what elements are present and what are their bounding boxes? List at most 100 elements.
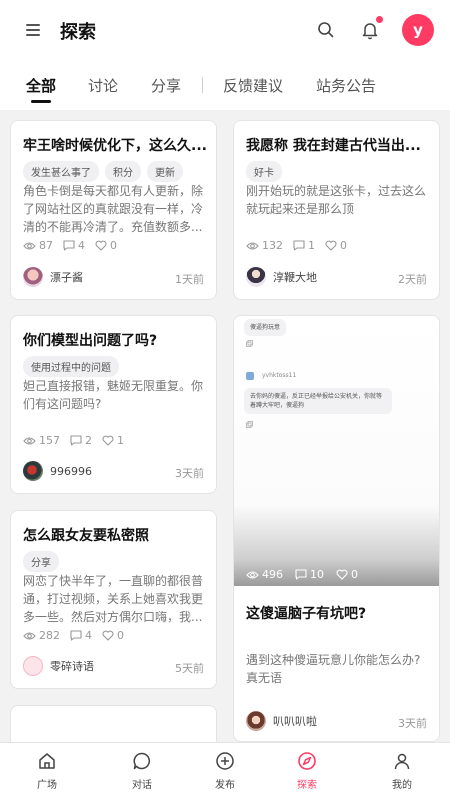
home-icon: [39, 753, 55, 769]
post-title: 牢王啥时候优化下，这么久...: [23, 138, 207, 154]
nav-mine[interactable]: 我的: [372, 751, 432, 791]
post-stats: 87 4 0: [23, 239, 117, 252]
post-tags: 使用过程中的问题: [23, 356, 119, 377]
post-tags: 发生甚么事了 积分 更新: [23, 161, 183, 182]
eye-icon: [23, 241, 36, 250]
eye-icon: [246, 241, 259, 250]
comment-count: 1: [293, 239, 315, 252]
post-title: 我愿称 我在封建古代当出...: [246, 138, 421, 154]
post-author[interactable]: 零碎诗语: [23, 656, 94, 676]
comment-icon: [293, 240, 305, 251]
heart-icon: [102, 435, 114, 446]
tab-announcements[interactable]: 站务公告: [316, 75, 376, 96]
author-avatar: [246, 711, 266, 731]
post-stats: 282 4 0: [23, 629, 124, 642]
heart-icon: [95, 240, 107, 251]
tab-share[interactable]: 分享: [151, 75, 181, 96]
post-author[interactable]: 漂子酱: [23, 267, 83, 287]
nav-chat[interactable]: 对话: [112, 751, 172, 791]
post-stats-overlay: 496 10 0: [246, 568, 358, 581]
tab-divider: [202, 77, 203, 93]
like-count[interactable]: 0: [95, 239, 117, 252]
comment-icon: [63, 240, 75, 251]
post-card[interactable]: 牢王啥时候优化下，这么久... 发生甚么事了 积分 更新 角色卡倒是每天都见有人…: [10, 120, 217, 300]
post-time: 3天前: [398, 717, 427, 730]
nav-label: 探索: [297, 780, 317, 791]
view-count: 496: [246, 568, 283, 581]
post-time: 3天前: [175, 467, 204, 480]
post-image[interactable]: 傻逼狗玩意 yvhktoss11 去你妈的傻逼，反正已经举报给公安机关，你就等着…: [234, 316, 439, 586]
author-name: 漂子酱: [50, 271, 83, 284]
post-tag[interactable]: 更新: [147, 161, 183, 182]
search-icon[interactable]: [317, 21, 335, 39]
tab-discussion[interactable]: 讨论: [88, 75, 118, 96]
post-time: 2天前: [398, 273, 427, 286]
post-card[interactable]: 你们模型出问题了吗? 使用过程中的问题 妲己直接报错，魅姬无限重复。你们有这问题…: [10, 315, 217, 494]
user-avatar[interactable]: y: [402, 14, 434, 46]
eye-icon: [246, 570, 259, 579]
post-time: 1天前: [175, 273, 204, 286]
like-count[interactable]: 0: [102, 629, 124, 642]
author-avatar: [246, 267, 266, 287]
author-name: 叭叭叭啦: [273, 715, 317, 728]
menu-icon[interactable]: [26, 24, 40, 36]
nav-square[interactable]: 广场: [17, 751, 77, 791]
nav-explore[interactable]: 探索: [277, 751, 337, 791]
page-title: 探索: [60, 22, 96, 43]
post-tag[interactable]: 使用过程中的问题: [23, 356, 119, 377]
post-author[interactable]: 叭叭叭啦: [246, 711, 317, 731]
comment-icon: [295, 569, 307, 580]
like-count[interactable]: 1: [102, 434, 124, 447]
post-time: 5天前: [175, 662, 204, 675]
eye-icon: [23, 436, 36, 445]
bell-icon[interactable]: [360, 20, 380, 40]
like-count[interactable]: 0: [325, 239, 347, 252]
author-name: 零碎诗语: [50, 660, 94, 673]
comment-count: 2: [70, 434, 92, 447]
author-avatar: [23, 267, 43, 287]
nav-label: 我的: [392, 780, 412, 791]
user-icon: [394, 753, 410, 770]
post-title: 怎么跟女友要私密照: [23, 528, 149, 544]
comment-icon: [70, 435, 82, 446]
like-count[interactable]: 0: [336, 568, 358, 581]
tab-all[interactable]: 全部: [26, 75, 56, 96]
post-tag[interactable]: 分享: [23, 551, 59, 572]
post-card-image[interactable]: 傻逼狗玩意 yvhktoss11 去你妈的傻逼，反正已经举报给公安机关，你就等着…: [233, 315, 440, 742]
post-tag[interactable]: 积分: [105, 161, 141, 182]
post-stats: 157 2 1: [23, 434, 124, 447]
post-card[interactable]: 我愿称 我在封建古代当出... 好卡 刚开始玩的就是这张卡，过去这么就玩起来还是…: [233, 120, 440, 300]
post-excerpt: 网恋了快半年了，一直聊的都很普通，打过视频，关系上她喜欢我更多一些。然后对方偶尔…: [23, 574, 204, 624]
heart-icon: [336, 569, 348, 580]
notification-dot: [376, 16, 383, 23]
post-excerpt: 妲己直接报错，魅姬无限重复。你们有这问题吗?: [23, 379, 204, 411]
post-author[interactable]: 996996: [23, 461, 92, 481]
comment-icon: [70, 630, 82, 641]
view-count: 157: [23, 434, 60, 447]
comment-count: 10: [295, 568, 324, 581]
view-count: 282: [23, 629, 60, 642]
post-tags: 好卡: [246, 161, 282, 182]
post-excerpt: 角色卡倒是每天都见有人更新，除了网站社区的真就跟没有一样，冷清的不能再冷清了。充…: [23, 184, 204, 234]
post-author[interactable]: 淳鞭大地: [246, 267, 317, 287]
post-tag[interactable]: 好卡: [246, 161, 282, 182]
heart-icon: [325, 240, 337, 251]
copy-icon: [246, 340, 253, 347]
post-card[interactable]: 怎么跟女友要私密照 分享 网恋了快半年了，一直聊的都很普通，打过视频，关系上她喜…: [10, 510, 217, 689]
view-count: 132: [246, 239, 283, 252]
post-excerpt: 刚开始玩的就是这张卡，过去这么就玩起来还是那么顶: [246, 184, 427, 216]
image-chat-bubble: 傻逼狗玩意: [244, 319, 287, 336]
top-bar: 探索 y: [0, 0, 450, 62]
post-excerpt: 遇到这种傻逼玩意儿你能怎么办?真无语: [246, 653, 421, 685]
nav-label: 广场: [37, 780, 57, 791]
author-avatar: [23, 461, 43, 481]
image-chat-message: 去你妈的傻逼，反正已经举报给公安机关，你就等着蹲大牢吧，傻逼狗: [244, 388, 392, 414]
heart-icon: [102, 630, 114, 641]
category-tabs: 全部 讨论 分享 反馈建议 站务公告: [0, 62, 450, 110]
view-count: 87: [23, 239, 53, 252]
nav-publish[interactable]: 发布: [195, 751, 255, 791]
tab-feedback[interactable]: 反馈建议: [223, 75, 283, 96]
post-tag[interactable]: 发生甚么事了: [23, 161, 99, 182]
eye-icon: [23, 631, 36, 640]
active-tab-indicator: [31, 100, 51, 103]
